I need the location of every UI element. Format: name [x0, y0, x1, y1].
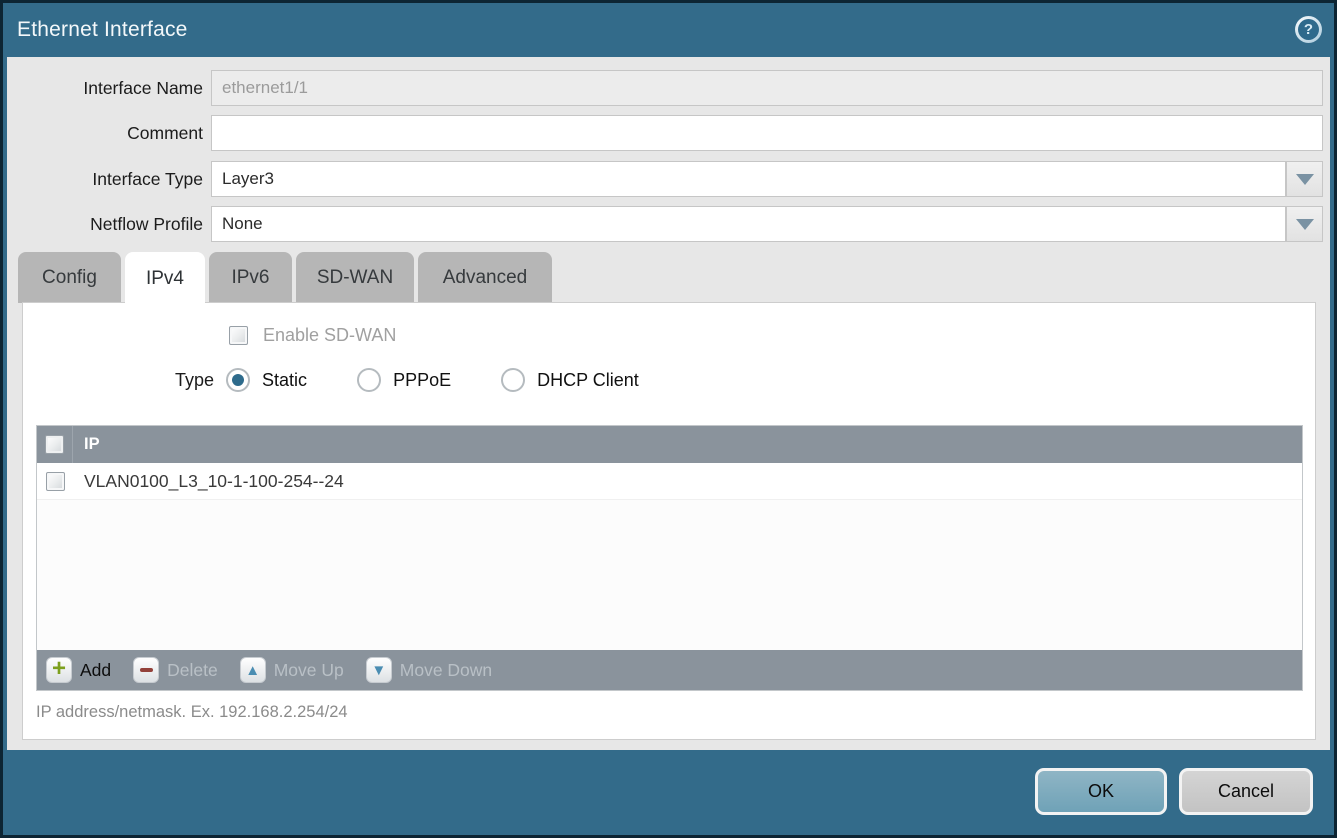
- radio-dhcp-client[interactable]: [501, 368, 525, 392]
- tab-config[interactable]: Config: [18, 252, 121, 303]
- ip-table: IP VLAN0100_L3_10-1-100-254--24 + Add: [36, 425, 1303, 691]
- select-all-checkbox[interactable]: [45, 435, 64, 454]
- radio-pppoe-label[interactable]: PPPoE: [393, 370, 451, 391]
- table-row[interactable]: VLAN0100_L3_10-1-100-254--24: [37, 463, 1302, 500]
- table-toolbar: + Add Delete ▲ Move Up ▼: [37, 650, 1302, 690]
- interface-type-field[interactable]: [211, 161, 1286, 197]
- dialog-body: Interface Name Comment Interface Type Ne…: [7, 57, 1330, 750]
- tab-sdwan[interactable]: SD-WAN: [296, 252, 414, 303]
- ok-button[interactable]: OK: [1035, 768, 1167, 815]
- row-checkbox[interactable]: [46, 472, 65, 491]
- radio-pppoe[interactable]: [357, 368, 381, 392]
- enable-sdwan-row: Enable SD-WAN: [229, 325, 396, 346]
- interface-type-dropdown-button[interactable]: [1286, 161, 1323, 197]
- row-ip-value[interactable]: VLAN0100_L3_10-1-100-254--24: [73, 471, 344, 492]
- arrow-up-icon: ▲: [240, 657, 266, 683]
- netflow-profile-dropdown-button[interactable]: [1286, 206, 1323, 242]
- cancel-button[interactable]: Cancel: [1179, 768, 1313, 815]
- comment-label: Comment: [7, 115, 203, 151]
- ethernet-interface-dialog: Ethernet Interface ? Interface Name Comm…: [0, 0, 1337, 838]
- interface-name-label: Interface Name: [7, 70, 203, 106]
- tab-ipv4[interactable]: IPv4: [125, 252, 205, 305]
- ip-column-header[interactable]: IP: [73, 435, 100, 454]
- radio-dhcp-client-label[interactable]: DHCP Client: [537, 370, 639, 391]
- dialog-surface: Ethernet Interface ? Interface Name Comm…: [3, 3, 1334, 835]
- ip-format-hint: IP address/netmask. Ex. 192.168.2.254/24: [36, 703, 348, 722]
- plus-icon: +: [46, 657, 72, 683]
- dialog-titlebar: Ethernet Interface ?: [3, 3, 1334, 57]
- delete-button[interactable]: Delete: [133, 657, 218, 683]
- minus-icon: [133, 657, 159, 683]
- netflow-profile-field[interactable]: [211, 206, 1286, 242]
- interface-type-label: Interface Type: [7, 161, 203, 197]
- radio-static-label[interactable]: Static: [262, 370, 307, 391]
- move-up-button[interactable]: ▲ Move Up: [240, 657, 344, 683]
- chevron-down-icon: [1296, 219, 1314, 230]
- tab-advanced[interactable]: Advanced: [418, 252, 552, 303]
- enable-sdwan-checkbox[interactable]: [229, 326, 248, 345]
- move-down-button[interactable]: ▼ Move Down: [366, 657, 492, 683]
- chevron-down-icon: [1296, 174, 1314, 185]
- tab-ipv6[interactable]: IPv6: [209, 252, 292, 303]
- ip-table-header: IP: [37, 426, 1302, 463]
- comment-field[interactable]: [211, 115, 1323, 151]
- type-label: Type: [175, 370, 214, 391]
- netflow-profile-label: Netflow Profile: [7, 206, 203, 242]
- help-icon[interactable]: ?: [1295, 16, 1322, 43]
- dialog-title: Ethernet Interface: [17, 18, 188, 42]
- table-empty-area: [37, 500, 1302, 650]
- add-button[interactable]: + Add: [46, 657, 111, 683]
- arrow-down-icon: ▼: [366, 657, 392, 683]
- enable-sdwan-label: Enable SD-WAN: [263, 325, 396, 346]
- ipv4-tab-panel: Enable SD-WAN Type Static PPPoE DHCP Cli…: [22, 302, 1316, 740]
- radio-static[interactable]: [226, 368, 250, 392]
- type-radio-group: Type Static PPPoE DHCP Client: [175, 368, 639, 392]
- interface-name-field: [211, 70, 1323, 106]
